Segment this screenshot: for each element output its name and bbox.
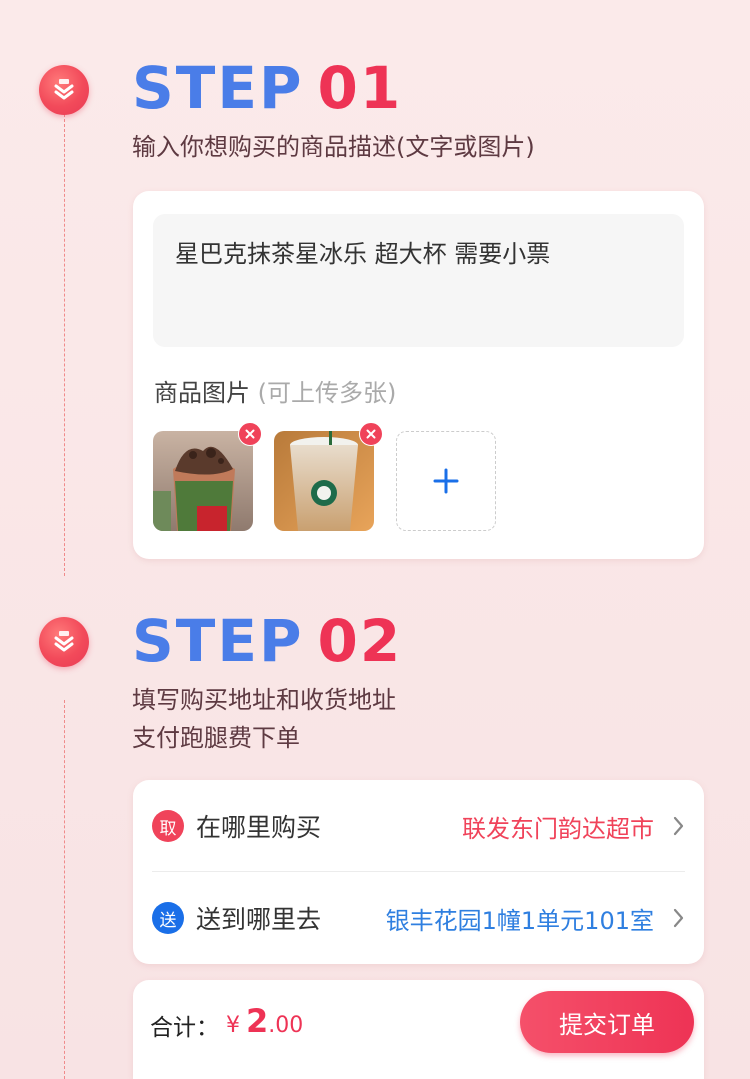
- pickup-badge: 取: [152, 810, 184, 842]
- delivery-label: 送到哪里去: [196, 905, 322, 934]
- product-image-thumb[interactable]: [153, 422, 262, 531]
- pickup-label: 在哪里购买: [196, 813, 322, 842]
- currency-symbol: ¥: [226, 1013, 240, 1038]
- price-integer: 2: [246, 1002, 269, 1040]
- step1-description: 输入你想购买的商品描述(文字或图片): [132, 133, 535, 161]
- delete-image-button[interactable]: [238, 422, 262, 446]
- submit-order-button[interactable]: 提交订单: [520, 991, 694, 1053]
- step2-description-line2: 支付跑腿费下单: [132, 724, 300, 752]
- product-images-label: 商品图片 (可上传多张): [154, 373, 396, 408]
- timeline-line-step2: [64, 700, 65, 1079]
- step2-description-line1: 填写购买地址和收货地址: [132, 686, 396, 714]
- delete-image-button[interactable]: [359, 422, 383, 446]
- pickup-address-row[interactable]: 取 在哪里购买 联发东门韵达超市: [133, 780, 704, 872]
- total-price: ¥ 2 .00: [226, 1002, 303, 1040]
- step2-number: 02: [317, 607, 403, 675]
- step1-word: STEP: [132, 54, 304, 122]
- product-image-thumb[interactable]: [274, 422, 383, 531]
- close-icon: [245, 429, 255, 439]
- matcha-frappuccino-photo: [153, 431, 253, 531]
- price-decimal: .00: [268, 1013, 304, 1038]
- step2-chevron-icon: [39, 617, 89, 667]
- delivery-badge: 送: [152, 902, 184, 934]
- pickup-value: 联发东门韵达超市: [462, 814, 654, 843]
- timeline-line-step1: [64, 114, 65, 576]
- step1-number: 01: [317, 54, 403, 122]
- plus-icon: [433, 468, 459, 494]
- delivery-value: 银丰花园1幢1单元101室: [385, 906, 654, 935]
- chevron-right-icon: [673, 816, 684, 836]
- step2-word: STEP: [132, 607, 304, 675]
- product-card: 星巴克抹茶星冰乐 超大杯 需要小票 商品图片 (可上传多张): [133, 191, 704, 559]
- close-icon: [366, 429, 376, 439]
- step1-chevron-icon: [39, 65, 89, 115]
- images-hint-text: (可上传多张): [257, 379, 397, 407]
- step2-title: STEP 02: [132, 611, 402, 671]
- step1-title: STEP 01: [132, 58, 402, 118]
- chevron-right-icon: [673, 908, 684, 928]
- iced-coffee-photo: [274, 431, 374, 531]
- product-description-input[interactable]: 星巴克抹茶星冰乐 超大杯 需要小票: [153, 214, 684, 347]
- total-label: 合计：: [150, 1015, 219, 1041]
- delivery-address-row[interactable]: 送 送到哪里去 银丰花园1幢1单元101室: [133, 872, 704, 964]
- images-label-text: 商品图片: [154, 379, 250, 407]
- add-image-button[interactable]: [396, 431, 496, 531]
- order-summary-bar: 合计： ¥ 2 .00 提交订单: [133, 980, 704, 1079]
- address-card: 取 在哪里购买 联发东门韵达超市 送 送到哪里去 银丰花园1幢1单元101室: [133, 780, 704, 964]
